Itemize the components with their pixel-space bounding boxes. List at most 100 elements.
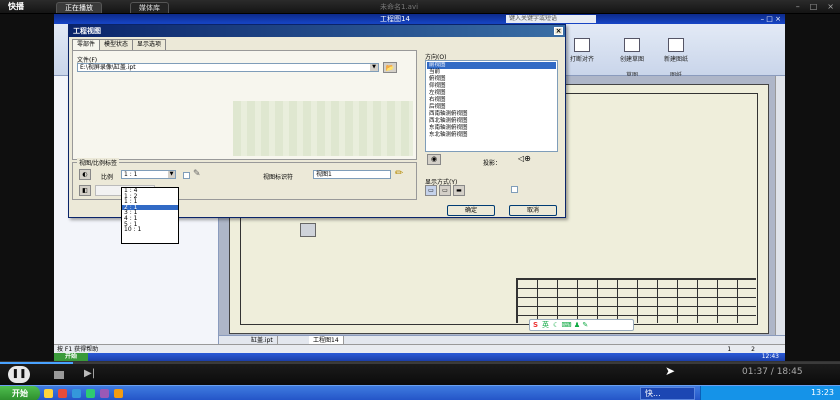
hidden-line-button[interactable]: ▭ [425,185,437,196]
file-dropdown-arrow[interactable]: ▼ [370,64,378,71]
quick-launch-icon[interactable] [114,389,123,398]
new-sheet-button[interactable]: 新建图纸 [658,38,694,63]
style-button[interactable]: ◧ [79,185,91,196]
maximize-button[interactable]: □ [810,0,818,14]
scale-group-label: 视图/比例标签 [77,158,120,167]
minimize-button[interactable]: – [796,0,800,14]
orientation-item-front[interactable]: 前视图 [427,62,556,69]
orientation-item-sw-iso-top[interactable]: 西南轴测俯视图 [427,111,556,118]
status-bar: 按 F1 获得帮助 1 2 [54,344,785,353]
player-topbar: 快播 正在播放 媒体库 未命名1.avi – □ × [0,0,840,14]
display-style-buttons: ▭ ▭ ▬ [425,185,465,196]
cancel-button[interactable]: 取消 [509,205,557,216]
break-align-label: 打断对齐 [569,56,594,63]
tab-media-library[interactable]: 媒体库 [130,2,169,13]
scale-option[interactable]: 10 : 1 [122,227,178,233]
quick-launch-icon[interactable] [72,389,81,398]
ime-tools-icon: ☾ ⌨ ♟ ✎ [553,320,589,329]
stop-button[interactable] [54,371,64,379]
quick-launch-icon[interactable] [44,389,53,398]
orientation-group: 方向(O) 前视图 当前 俯视图 仰视图 左视图 右视图 后视图 西南轴测俯视图… [423,52,563,176]
hidden-line-removed-button[interactable]: ▭ [439,185,451,196]
orientation-item-ne-iso-top[interactable]: 东北轴测俯视图 [427,132,556,139]
label-visibility-button[interactable]: ◐ [79,169,91,180]
orientation-item-left[interactable]: 左视图 [427,90,556,97]
sketch-icon [624,38,640,52]
next-button[interactable]: ▶| [84,368,95,379]
break-align-icon [574,38,590,52]
browse-folder-button[interactable]: 📂 [383,62,397,73]
file-path-input[interactable]: E:\视屏录像\缸盖.ipt [77,63,379,72]
new-sheet-label: 新建图纸 [663,56,688,63]
os-start-button[interactable]: 开始 [0,386,40,400]
visibility-icon: ✎ [193,169,201,179]
projection-label: 投影： [483,160,502,167]
scale-label: 比例 [101,174,114,181]
dialog-tabs: 零部件 模型状态 显示选项 [72,39,167,50]
close-button[interactable]: × [827,0,834,14]
document-tabs: 缸盖.ipt 工程图14 [219,335,785,345]
projection-type-icon[interactable]: ◁⊕ [518,154,548,165]
mouse-cursor-icon: ➤ [665,364,676,378]
drawing-view-dialog: 工程视图 × 零部件 模型状态 显示选项 文件(F) E:\视屏录像\缸盖.ip… [68,24,566,244]
os-clock: 13:23 [810,388,834,397]
orientation-item-back[interactable]: 后视图 [427,104,556,111]
inventor-window-buttons[interactable]: – □ × [761,14,781,24]
orientation-item-current[interactable]: 当前 [427,69,556,76]
quick-launch [44,389,123,398]
progress-bar[interactable] [0,362,840,364]
break-align-button[interactable]: 打断对齐 [564,38,600,63]
progress-fill [0,362,74,364]
quick-launch-icon[interactable] [100,389,109,398]
dialog-close-button[interactable]: × [554,27,563,35]
player-window-buttons: – □ × [796,0,834,14]
player-logo: 快播 [8,2,24,11]
create-sketch-label: 创建草图 [619,56,644,63]
help-search-input[interactable]: 键入关键字或短语 [506,15,596,23]
dialog-title: 工程视图 [69,25,565,37]
status-text: 按 F1 获得帮助 [57,346,99,353]
orientation-item-bottom[interactable]: 仰视图 [427,83,556,90]
video-frame[interactable]: 工程图14 键入关键字或短语 – □ × 打断对齐 创建草图 新建图纸 草图 图… [54,14,785,361]
pause-button[interactable]: ❚❚ [8,366,30,383]
player-controls: ❚❚ ▶| ➤ 01:37 / 18:45 [0,361,840,385]
ime-toolbar[interactable]: S 英 ☾ ⌨ ♟ ✎ [529,319,634,331]
edit-label-icon[interactable]: ✏ [395,168,411,181]
orientation-item-se-iso-top[interactable]: 东南轴测俯视图 [427,125,556,132]
style-from-base-checkbox[interactable] [511,186,518,193]
inner-taskbar: 开始 12:43 [54,353,785,361]
view-identifier-input[interactable]: 视图1 [313,170,391,179]
orientation-item-top[interactable]: 俯视图 [427,76,556,83]
scale-visible-checkbox[interactable] [183,172,190,179]
view-placement-icon [300,223,316,237]
quick-launch-icon[interactable] [86,389,95,398]
system-tray: 13:23 [700,386,840,400]
tab-model-state[interactable]: 模型状态 [99,39,134,50]
title-block [516,278,756,323]
inventor-title: 工程图14 [380,15,410,23]
time-readout: 01:37 / 18:45 [742,367,803,377]
tab-display-options[interactable]: 显示选项 [132,39,167,50]
taskbar-item-kuaibo[interactable]: 快... [640,387,695,400]
player-file-title: 未命名1.avi [380,3,419,11]
orientation-item-right[interactable]: 右视图 [427,97,556,104]
camera-button[interactable]: ◉ [427,154,441,165]
inner-start-button[interactable]: 开始 [54,353,88,361]
ime-language-label[interactable]: 英 [542,320,549,331]
shaded-button[interactable]: ▬ [453,185,465,196]
view-identifier-label: 视图标识符 [263,174,294,181]
component-panel: 文件(F) E:\视屏录像\缸盖.ipt ▼ 📂 [72,50,417,160]
vertical-scrollbar[interactable] [775,76,785,344]
scale-dropdown-arrow[interactable]: ▼ [168,171,175,178]
tab-component[interactable]: 零部件 [72,39,101,50]
scale-dropdown-list[interactable]: 1 : 4 1 : 2 1 : 1 2 : 1 3 : 1 4 : 1 5 : … [121,187,179,244]
sheet-icon [668,38,684,52]
orientation-item-nw-iso-top[interactable]: 西北轴测俯视图 [427,118,556,125]
ok-button[interactable]: 确定 [447,205,495,216]
orientation-list[interactable]: 前视图 当前 俯视图 仰视图 左视图 右视图 后视图 西南轴测俯视图 西北轴测俯… [425,60,558,152]
inner-clock: 12:43 [761,353,779,360]
quick-launch-icon[interactable] [58,389,67,398]
create-sketch-button[interactable]: 创建草图 [614,38,650,63]
tab-now-playing[interactable]: 正在播放 [56,2,102,13]
os-taskbar: 开始 快... 13:23 [0,385,840,400]
